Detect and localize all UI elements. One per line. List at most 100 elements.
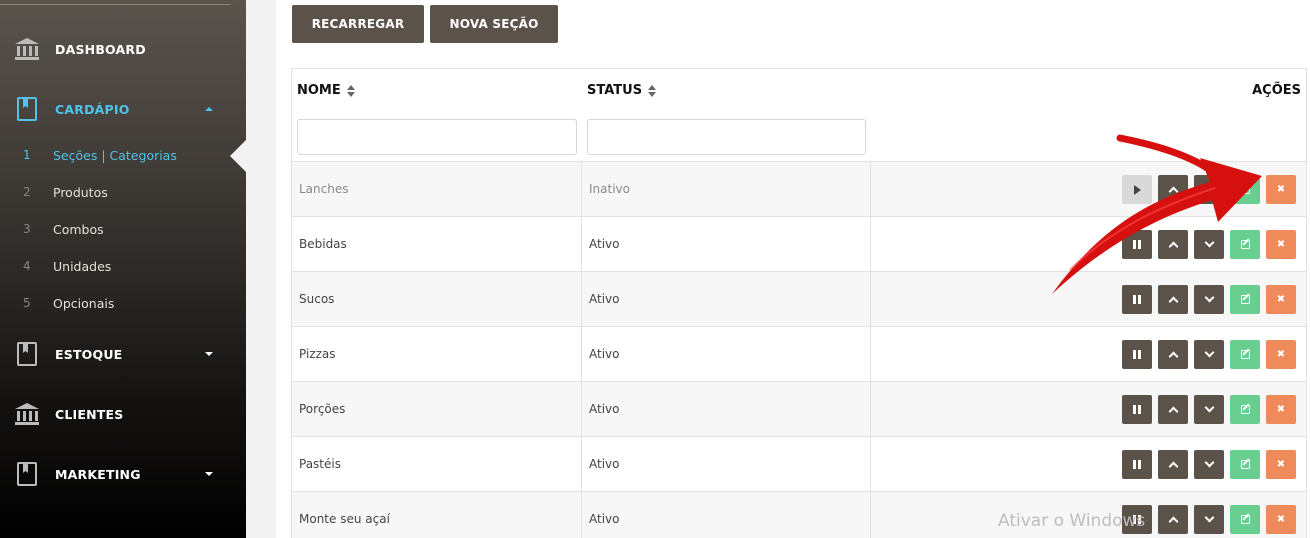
submenu-number: 2 <box>23 185 31 199</box>
chevron-down-icon <box>1204 182 1214 193</box>
bank-icon <box>14 401 40 427</box>
close-icon: ✖ <box>1276 403 1286 415</box>
new-section-button[interactable]: NOVA SEÇÃO <box>430 5 558 43</box>
chevron-down-icon <box>205 472 213 476</box>
deactivate-button[interactable] <box>1122 230 1152 259</box>
chevron-up-icon <box>1168 461 1178 472</box>
delete-button[interactable]: ✖ <box>1266 230 1296 259</box>
move-up-button[interactable] <box>1158 285 1188 314</box>
book-icon <box>14 341 40 367</box>
chevron-up-icon <box>1168 516 1178 527</box>
submenu-label: Opcionais <box>53 295 115 311</box>
sidebar-item-dashboard[interactable]: DASHBOARD <box>0 29 246 69</box>
close-icon: ✖ <box>1276 348 1286 360</box>
pause-icon <box>1133 515 1141 524</box>
edit-button[interactable] <box>1230 175 1260 204</box>
play-icon <box>1133 184 1141 195</box>
deactivate-button[interactable] <box>1122 285 1152 314</box>
sidebar-divider <box>0 4 231 5</box>
edit-icon <box>1240 185 1250 194</box>
edit-button[interactable] <box>1230 285 1260 314</box>
chevron-down-icon <box>1204 457 1214 468</box>
cell-name: Sucos <box>292 272 582 326</box>
edit-icon <box>1240 295 1250 304</box>
edit-button[interactable] <box>1230 395 1260 424</box>
delete-button[interactable]: ✖ <box>1266 175 1296 204</box>
move-up-button[interactable] <box>1158 340 1188 369</box>
move-down-button[interactable] <box>1194 175 1224 204</box>
delete-button[interactable]: ✖ <box>1266 395 1296 424</box>
sidebar-item-label: CLIENTES <box>55 406 124 422</box>
chevron-up-icon <box>1168 351 1178 362</box>
book-icon <box>14 96 40 122</box>
pause-icon <box>1133 350 1141 359</box>
chevron-down-icon <box>1204 237 1214 248</box>
chevron-down-icon <box>1204 402 1214 413</box>
sidebar-item-estoque[interactable]: ESTOQUE <box>0 334 246 374</box>
submenu-item-secoes[interactable]: 1 Seções | Categorias <box>0 140 246 170</box>
move-down-button[interactable] <box>1194 505 1224 534</box>
delete-button[interactable]: ✖ <box>1266 340 1296 369</box>
status-filter-input[interactable] <box>587 119 866 155</box>
move-up-button[interactable] <box>1158 175 1188 204</box>
move-up-button[interactable] <box>1158 450 1188 479</box>
edit-icon <box>1240 460 1250 469</box>
sidebar-item-label: DASHBOARD <box>55 41 146 57</box>
delete-button[interactable]: ✖ <box>1266 505 1296 534</box>
column-header-name[interactable]: NOME <box>297 83 355 98</box>
cell-name: Pastéis <box>292 437 582 491</box>
close-icon: ✖ <box>1276 183 1286 195</box>
submenu-item-opcionais[interactable]: 5 Opcionais <box>0 288 246 318</box>
cell-name: Lanches <box>292 162 582 216</box>
chevron-up-icon <box>1168 406 1178 417</box>
delete-button[interactable]: ✖ <box>1266 450 1296 479</box>
chevron-down-icon <box>205 352 213 356</box>
move-down-button[interactable] <box>1194 285 1224 314</box>
move-down-button[interactable] <box>1194 395 1224 424</box>
chevron-up-icon <box>205 107 213 111</box>
column-header-status[interactable]: STATUS <box>587 83 657 98</box>
edit-button[interactable] <box>1230 340 1260 369</box>
pause-icon <box>1133 460 1141 469</box>
activate-button[interactable] <box>1122 175 1152 204</box>
cell-status: Ativo <box>582 217 871 271</box>
submenu-item-produtos[interactable]: 2 Produtos <box>0 177 246 207</box>
sidebar-item-clientes[interactable]: CLIENTES <box>0 394 246 434</box>
table-row: Lanches Inativo ✖ <box>292 161 1306 216</box>
edit-button[interactable] <box>1230 505 1260 534</box>
name-filter-input[interactable] <box>297 119 577 155</box>
reload-button[interactable]: RECARREGAR <box>292 5 424 43</box>
pause-icon <box>1133 240 1141 249</box>
move-up-button[interactable] <box>1158 230 1188 259</box>
edit-icon <box>1240 350 1250 359</box>
sidebar-item-label: CARDÁPIO <box>55 101 130 117</box>
cell-name: Porções <box>292 382 582 436</box>
edit-button[interactable] <box>1230 230 1260 259</box>
move-up-button[interactable] <box>1158 395 1188 424</box>
deactivate-button[interactable] <box>1122 505 1152 534</box>
table-row: Monte seu açaí Ativo ✖ <box>292 491 1306 538</box>
edit-button[interactable] <box>1230 450 1260 479</box>
deactivate-button[interactable] <box>1122 395 1152 424</box>
close-icon: ✖ <box>1276 458 1286 470</box>
submenu-number: 3 <box>23 222 31 236</box>
sidebar-item-marketing[interactable]: MARKETING <box>0 454 246 494</box>
delete-button[interactable]: ✖ <box>1266 285 1296 314</box>
cell-name: Pizzas <box>292 327 582 381</box>
move-up-button[interactable] <box>1158 505 1188 534</box>
table-row: Pastéis Ativo ✖ <box>292 436 1306 491</box>
sidebar-item-cardapio[interactable]: CARDÁPIO <box>0 89 246 129</box>
move-down-button[interactable] <box>1194 450 1224 479</box>
submenu-item-combos[interactable]: 3 Combos <box>0 214 246 244</box>
sidebar: DASHBOARD CARDÁPIO 1 Seções | Categorias… <box>0 0 246 538</box>
cell-status: Inativo <box>582 162 871 216</box>
move-down-button[interactable] <box>1194 230 1224 259</box>
submenu-label: Combos <box>53 221 104 237</box>
chevron-up-icon <box>1168 241 1178 252</box>
move-down-button[interactable] <box>1194 340 1224 369</box>
submenu-number: 5 <box>23 296 31 310</box>
submenu-label: Seções | Categorias <box>53 147 177 163</box>
deactivate-button[interactable] <box>1122 450 1152 479</box>
deactivate-button[interactable] <box>1122 340 1152 369</box>
submenu-item-unidades[interactable]: 4 Unidades <box>0 251 246 281</box>
